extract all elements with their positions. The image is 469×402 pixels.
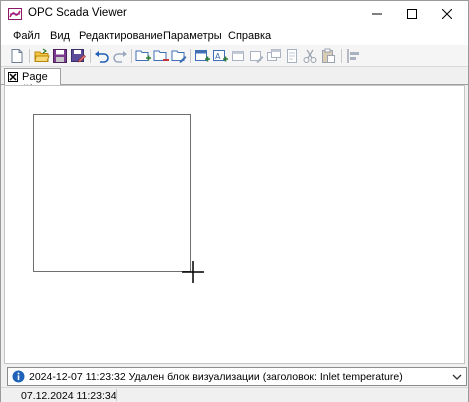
visualization-block[interactable]: [33, 114, 191, 272]
chevron-down-icon[interactable]: [451, 371, 463, 383]
app-icon: [8, 7, 22, 21]
window-title: OPC Scada Viewer: [28, 7, 127, 19]
minimize-icon: [372, 13, 382, 15]
save-as-icon[interactable]: [70, 48, 86, 64]
save-icon[interactable]: [52, 48, 68, 64]
page-canvas[interactable]: [4, 85, 465, 364]
delete-page-icon[interactable]: [153, 48, 169, 64]
menu-file[interactable]: Файл: [13, 30, 40, 42]
info-icon: [12, 370, 25, 383]
close-button[interactable]: [424, 1, 469, 27]
close-icon: [442, 9, 452, 19]
status-divider: [116, 389, 117, 401]
toolbar-separator: [131, 49, 132, 63]
tab-strip: Page #1: [1, 67, 468, 95]
cut-icon[interactable]: [302, 48, 318, 64]
menu-settings[interactable]: Параметры: [163, 30, 222, 42]
add-page-icon[interactable]: [135, 48, 151, 64]
menu-bar: Файл Вид Редактирование Параметры Справк…: [1, 27, 468, 45]
block-icon[interactable]: [230, 48, 246, 64]
title-bar[interactable]: OPC Scada Viewer: [1, 1, 468, 27]
add-block-icon[interactable]: [194, 48, 210, 64]
toolbar-separator: [90, 49, 91, 63]
open-icon[interactable]: [34, 48, 50, 64]
menu-edit[interactable]: Редактирование: [79, 30, 163, 42]
align-icon[interactable]: [346, 48, 362, 64]
tab-close-icon[interactable]: [8, 72, 18, 82]
tab-page-1[interactable]: Page #1: [4, 68, 61, 95]
app-window: OPC Scada Viewer Файл Вид Редактирование…: [0, 0, 469, 402]
crosshair-cursor-icon: [182, 261, 204, 283]
rename-page-icon[interactable]: [171, 48, 187, 64]
maximize-icon: [407, 9, 417, 19]
duplicate-block-icon[interactable]: [284, 48, 300, 64]
status-bar: 07.12.2024 11:23:34: [1, 387, 468, 402]
copy-block-icon[interactable]: [266, 48, 282, 64]
undo-icon[interactable]: [94, 48, 110, 64]
log-message: 2024-12-07 11:23:32 Удален блок визуализ…: [29, 371, 403, 383]
toolbar: A: [1, 45, 468, 67]
paste-icon[interactable]: [320, 48, 336, 64]
menu-help[interactable]: Справка: [228, 30, 271, 42]
log-dropdown[interactable]: 2024-12-07 11:23:32 Удален блок визуализ…: [7, 367, 467, 386]
menu-view[interactable]: Вид: [50, 30, 70, 42]
svg-text:A: A: [215, 52, 221, 61]
log-bar: 2024-12-07 11:23:32 Удален блок визуализ…: [1, 365, 468, 387]
add-text-block-icon[interactable]: A: [212, 48, 228, 64]
toolbar-separator: [29, 49, 30, 63]
new-icon[interactable]: [9, 48, 25, 64]
toolbar-separator: [341, 49, 342, 63]
toolbar-separator: [190, 49, 191, 63]
redo-icon[interactable]: [112, 48, 128, 64]
status-datetime: 07.12.2024 11:23:34: [21, 390, 117, 402]
edit-block-icon[interactable]: [248, 48, 264, 64]
